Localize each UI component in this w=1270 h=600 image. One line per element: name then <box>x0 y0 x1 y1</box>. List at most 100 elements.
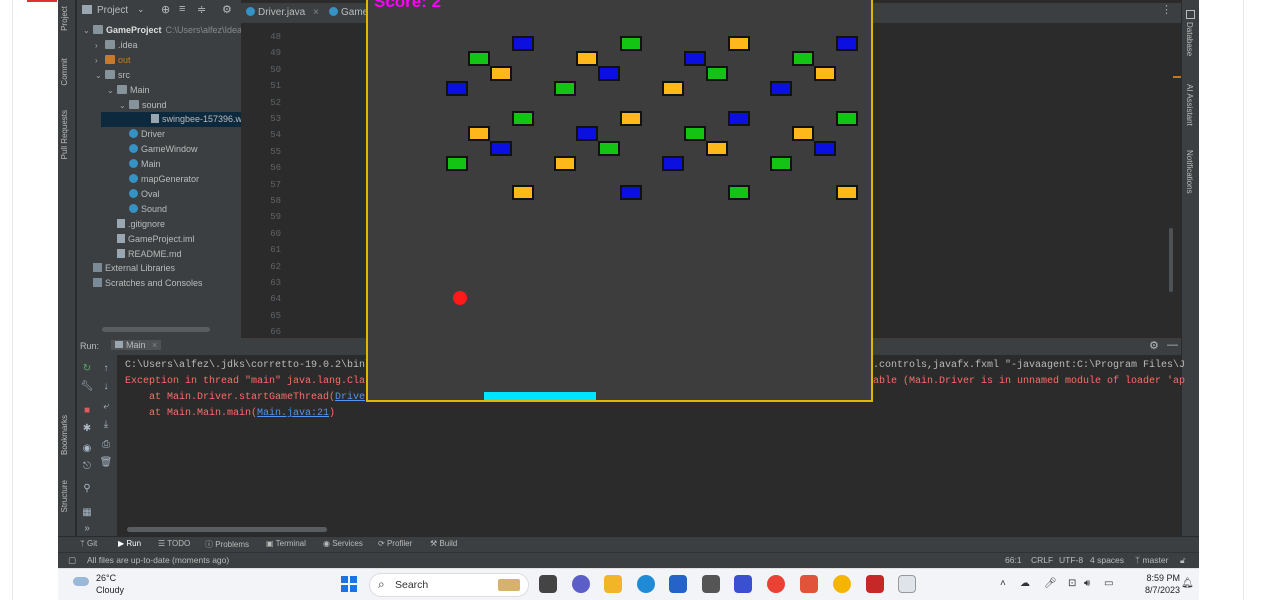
weather-temperature[interactable]: 26°C <box>96 573 116 583</box>
tool-tab-problems[interactable]: ⓘ Problems <box>205 539 249 550</box>
tool-tab-run[interactable]: ▶ Run <box>118 539 141 548</box>
intellij-icon[interactable] <box>800 575 818 593</box>
tool-tab-services[interactable]: ◉ Services <box>323 539 363 548</box>
cloud-icon[interactable] <box>73 577 89 586</box>
onedrive-icon[interactable]: ☁ <box>1020 578 1030 589</box>
gear-icon[interactable]: ⚙ <box>1149 339 1159 352</box>
mathpix-icon[interactable] <box>734 575 752 593</box>
down-arrow-icon[interactable]: ↓ <box>99 381 113 392</box>
windows-start-icon[interactable] <box>341 576 357 592</box>
status-encoding[interactable]: UTF-8 <box>1059 555 1083 565</box>
teams-chat-icon[interactable] <box>572 575 590 593</box>
tree-item[interactable]: mapGenerator <box>119 172 199 187</box>
taskbar-search[interactable]: ⌕ Search <box>369 573 529 597</box>
error-stripe-mark[interactable] <box>1173 76 1181 78</box>
chevron-down-icon[interactable]: ⌄ <box>95 68 105 83</box>
status-indent[interactable]: 4 spaces <box>1090 555 1124 565</box>
minimize-icon[interactable]: — <box>1167 339 1178 351</box>
tool-tab-ai-assistant[interactable]: AI Assistant <box>1185 84 1194 126</box>
lock-icon[interactable]: 🔓︎ <box>1180 555 1186 566</box>
weather-condition[interactable]: Cloudy <box>96 585 124 595</box>
pin-icon[interactable]: ⚲ <box>80 483 94 494</box>
wrench-icon[interactable]: 🔧︎ <box>80 381 94 392</box>
chevron-down-icon[interactable]: ⌄ <box>119 98 129 113</box>
tree-item[interactable]: Main <box>119 157 161 172</box>
java-app-icon[interactable] <box>898 575 916 593</box>
chevron-down-icon[interactable]: ⌄ <box>83 23 93 38</box>
tree-item[interactable]: ⌄ Main <box>107 83 150 98</box>
tree-item[interactable]: External Libraries <box>83 261 175 276</box>
status-branch[interactable]: ᛘ master <box>1135 555 1168 565</box>
tab-game[interactable]: Game <box>329 3 368 23</box>
tool-tab-todo[interactable]: ☰ TODO <box>158 539 190 548</box>
debug-icon[interactable]: ✱ <box>80 423 94 434</box>
tool-tab-pull-requests[interactable]: Pull Requests <box>60 110 69 159</box>
tree-item[interactable]: › .idea <box>95 38 138 53</box>
chevron-up-icon[interactable]: ˄ <box>1000 578 1006 589</box>
more-options-icon[interactable]: ⋮ <box>1161 3 1172 16</box>
tree-item[interactable]: Scratches and Consoles <box>83 276 203 291</box>
tab-driver-java[interactable]: Driver.java × <box>246 3 319 23</box>
camera-icon[interactable]: ◉ <box>80 443 94 454</box>
soft-wrap-icon[interactable]: ⤶ <box>99 401 113 412</box>
close-icon[interactable]: × <box>313 7 319 18</box>
status-line-separator[interactable]: CRLF <box>1031 555 1053 565</box>
tool-tab-bookmarks[interactable]: Bookmarks <box>60 415 69 455</box>
exit-icon[interactable]: ⎋ <box>80 461 94 472</box>
tool-tab-notifications[interactable]: Notifications <box>1185 150 1194 194</box>
clock-date[interactable]: 8/7/2023 <box>1130 585 1180 595</box>
status-layout-icon[interactable]: ▢ <box>68 555 76 566</box>
volume-icon[interactable]: 🔊︎ <box>1084 578 1090 589</box>
collapse-all-icon[interactable]: ≑ <box>197 3 206 16</box>
tree-item[interactable]: ⌄ src <box>95 68 130 83</box>
notification-bell-icon[interactable]: 🔔︎ <box>1181 578 1194 589</box>
microphone-icon[interactable]: 🎤︎ <box>1044 578 1057 589</box>
print-icon[interactable]: ⎙ <box>99 439 113 450</box>
chevron-right-icon[interactable]: › <box>95 38 105 53</box>
file-explorer-icon[interactable] <box>604 575 622 593</box>
tree-item[interactable]: .gitignore <box>107 217 165 232</box>
battery-icon[interactable]: ▭ <box>1104 578 1113 589</box>
tree-item[interactable]: Driver <box>119 127 165 142</box>
tool-tab-project[interactable]: Project <box>60 6 69 31</box>
tree-item[interactable]: Oval <box>119 187 160 202</box>
up-arrow-icon[interactable]: ↑ <box>99 363 113 374</box>
tree-item[interactable]: README.md <box>107 247 182 262</box>
console-scrollbar[interactable] <box>127 527 327 532</box>
trash-icon[interactable]: 🗑︎ <box>99 457 113 468</box>
tree-item[interactable]: Sound <box>119 202 167 217</box>
paddle[interactable] <box>484 392 596 400</box>
tree-item[interactable]: swingbee-157396.wav <box>101 112 252 128</box>
gear-icon[interactable]: ⚙ <box>222 3 232 16</box>
store-icon[interactable] <box>669 575 687 593</box>
tool-tab-commit[interactable]: Commit <box>60 58 69 86</box>
tree-item[interactable]: ⌄ sound <box>119 98 167 113</box>
run-tab-main[interactable]: Main × <box>111 340 162 350</box>
tool-tab-structure[interactable]: Structure <box>60 480 69 512</box>
stack-trace-link[interactable]: Main.java:21 <box>257 408 329 419</box>
chrome-icon[interactable] <box>767 575 785 593</box>
scroll-to-end-icon[interactable]: ⤓ <box>99 419 113 430</box>
database-icon[interactable] <box>1186 10 1195 19</box>
chevron-right-icon[interactable]: › <box>95 53 105 68</box>
more-icon[interactable]: » <box>80 523 94 534</box>
project-scrollbar[interactable] <box>102 327 210 332</box>
project-panel-title[interactable]: Project <box>97 5 128 16</box>
app-cube-icon[interactable] <box>702 575 720 593</box>
tool-tab-database[interactable]: Database <box>1185 22 1194 56</box>
expand-all-icon[interactable]: ≡ <box>179 3 185 15</box>
close-icon[interactable]: × <box>152 340 157 350</box>
status-position[interactable]: 66:1 <box>1005 555 1022 565</box>
chrome-profile-icon[interactable] <box>833 575 851 593</box>
status-message[interactable]: All files are up-to-date (moments ago) <box>87 555 229 565</box>
layout-icon[interactable]: ▦ <box>80 507 94 518</box>
recorder-icon[interactable] <box>866 575 884 593</box>
tree-item[interactable]: GameWindow <box>119 142 198 157</box>
game-window[interactable]: Score: 2 <box>366 0 873 402</box>
dropdown-chevron-icon[interactable]: ⌄ <box>137 4 145 15</box>
tree-item[interactable]: ⌄ GameProject C:\Users\alfez\IdeaPro <box>83 23 256 38</box>
editor-scrollbar[interactable] <box>1169 228 1173 292</box>
target-icon[interactable]: ⊕ <box>161 3 170 16</box>
tool-tab-git[interactable]: ᛘ Git <box>80 539 97 548</box>
stop-icon[interactable]: ■ <box>80 405 94 416</box>
